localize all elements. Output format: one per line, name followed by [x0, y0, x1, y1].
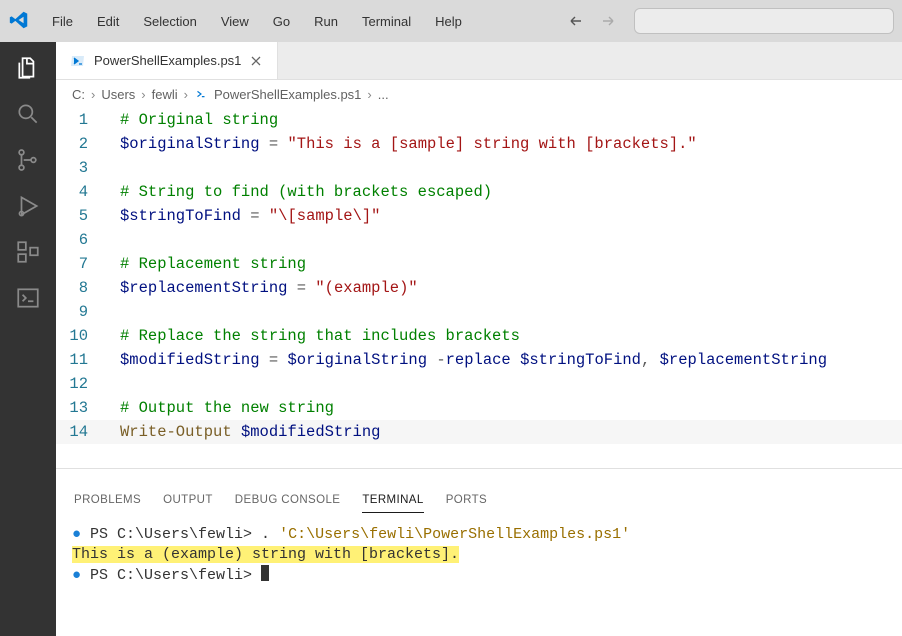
line-number: 10 [56, 324, 106, 348]
code-content[interactable]: $stringToFind = "\[sample\]" [106, 204, 902, 228]
code-content[interactable]: # Output the new string [106, 396, 902, 420]
terminal-line: This is a (example) string with [bracket… [72, 545, 886, 565]
breadcrumb-segment[interactable]: fewli [152, 87, 178, 102]
powershell-file-icon [70, 53, 86, 69]
line-number: 6 [56, 228, 106, 252]
run-debug-icon[interactable] [14, 192, 42, 220]
code-line[interactable]: 7# Replacement string [56, 252, 902, 276]
breadcrumb-segment[interactable]: C: [72, 87, 85, 102]
code-line[interactable]: 14Write-Output $modifiedString [56, 420, 902, 444]
panel-sash[interactable] [56, 469, 902, 487]
menu-run[interactable]: Run [304, 8, 348, 35]
code-content[interactable]: # Original string [106, 108, 902, 132]
vscode-logo-icon [8, 9, 32, 33]
powershell-file-icon [194, 87, 208, 101]
editor-tab[interactable]: PowerShellExamples.ps1 [56, 42, 278, 79]
code-content[interactable] [106, 300, 902, 324]
code-line[interactable]: 9 [56, 300, 902, 324]
code-line[interactable]: 11$modifiedString = $originalString -rep… [56, 348, 902, 372]
chevron-right-icon: › [184, 87, 188, 102]
line-number: 12 [56, 372, 106, 396]
nav-back-button[interactable] [562, 7, 590, 35]
line-number: 3 [56, 156, 106, 180]
close-icon[interactable] [249, 54, 263, 68]
line-number: 13 [56, 396, 106, 420]
code-line[interactable]: 1# Original string [56, 108, 902, 132]
code-content[interactable]: # String to find (with brackets escaped) [106, 180, 902, 204]
title-bar: FileEditSelectionViewGoRunTerminalHelp [0, 0, 902, 42]
code-content[interactable]: Write-Output $modifiedString [106, 420, 902, 444]
code-content[interactable]: $modifiedString = $originalString -repla… [106, 348, 902, 372]
breadcrumb[interactable]: C: › Users › fewli › PowerShellExamples.ps1 ›..… [56, 80, 902, 108]
explorer-icon[interactable] [14, 54, 42, 82]
menu-help[interactable]: Help [425, 8, 472, 35]
code-line[interactable]: 10# Replace the string that includes bra… [56, 324, 902, 348]
code-line[interactable]: 8$replacementString = "(example)" [56, 276, 902, 300]
search-icon[interactable] [14, 100, 42, 128]
code-content[interactable]: $replacementString = "(example)" [106, 276, 902, 300]
panel-tab-terminal[interactable]: TERMINAL [362, 494, 423, 513]
editor-main: PowerShellExamples.ps1 C: › Users › fewli › Po… [56, 42, 902, 636]
bullet-icon: ● [72, 567, 90, 584]
code-line[interactable]: 12 [56, 372, 902, 396]
line-number: 9 [56, 300, 106, 324]
line-number: 4 [56, 180, 106, 204]
terminal-cursor [261, 565, 269, 581]
panel-tab-debug-console[interactable]: DEBUG CONSOLE [235, 494, 341, 512]
panel-tab-ports[interactable]: PORTS [446, 494, 487, 512]
bullet-icon: ● [72, 526, 90, 543]
bottom-panel: PROBLEMS OUTPUT DEBUG CONSOLE TERMINAL PORTS… [56, 468, 902, 636]
menu-go[interactable]: Go [263, 8, 300, 35]
code-line[interactable]: 6 [56, 228, 902, 252]
line-number: 14 [56, 420, 106, 444]
code-line[interactable]: 4# String to find (with brackets escaped… [56, 180, 902, 204]
menu-view[interactable]: View [211, 8, 259, 35]
tab-filename: PowerShellExamples.ps1 [94, 53, 241, 68]
code-content[interactable]: # Replacement string [106, 252, 902, 276]
editor-tabs: PowerShellExamples.ps1 [56, 42, 902, 80]
command-center-search[interactable] [634, 8, 894, 34]
source-control-icon[interactable] [14, 146, 42, 174]
breadcrumb-segment[interactable]: ... [378, 87, 389, 102]
chevron-right-icon: › [141, 87, 145, 102]
panel-tabs: PROBLEMS OUTPUT DEBUG CONSOLE TERMINAL PORTS [56, 487, 902, 519]
terminal-panel-icon[interactable] [14, 284, 42, 312]
panel-tab-output[interactable]: OUTPUT [163, 494, 213, 512]
line-number: 1 [56, 108, 106, 132]
menu-terminal[interactable]: Terminal [352, 8, 421, 35]
code-line[interactable]: 5$stringToFind = "\[sample\]" [56, 204, 902, 228]
code-content[interactable] [106, 156, 902, 180]
terminal-line: ● PS C:\Users\fewli> . 'C:\Users\fewli\P… [72, 525, 886, 545]
code-line[interactable]: 2$originalString = "This is a [sample] s… [56, 132, 902, 156]
code-content[interactable] [106, 372, 902, 396]
nav-forward-button[interactable] [594, 7, 622, 35]
chevron-right-icon: › [367, 87, 371, 102]
breadcrumb-segment[interactable]: Users [101, 87, 135, 102]
code-line[interactable]: 3 [56, 156, 902, 180]
menu-edit[interactable]: Edit [87, 8, 129, 35]
line-number: 7 [56, 252, 106, 276]
code-editor[interactable]: 1# Original string2$originalString = "Th… [56, 108, 902, 468]
extensions-icon[interactable] [14, 238, 42, 266]
line-number: 2 [56, 132, 106, 156]
code-content[interactable]: # Replace the string that includes brack… [106, 324, 902, 348]
breadcrumb-segment[interactable]: PowerShellExamples.ps1 [214, 87, 361, 102]
code-line[interactable]: 13# Output the new string [56, 396, 902, 420]
line-number: 11 [56, 348, 106, 372]
line-number: 5 [56, 204, 106, 228]
code-content[interactable] [106, 228, 902, 252]
chevron-right-icon: › [91, 87, 95, 102]
terminal-line: ● PS C:\Users\fewli> [72, 565, 886, 586]
panel-tab-problems[interactable]: PROBLEMS [74, 494, 141, 512]
menu-file[interactable]: File [42, 8, 83, 35]
menu-selection[interactable]: Selection [133, 8, 206, 35]
terminal[interactable]: ● PS C:\Users\fewli> . 'C:\Users\fewli\P… [56, 519, 902, 636]
code-content[interactable]: $originalString = "This is a [sample] st… [106, 132, 902, 156]
line-number: 8 [56, 276, 106, 300]
activity-bar [0, 42, 56, 636]
